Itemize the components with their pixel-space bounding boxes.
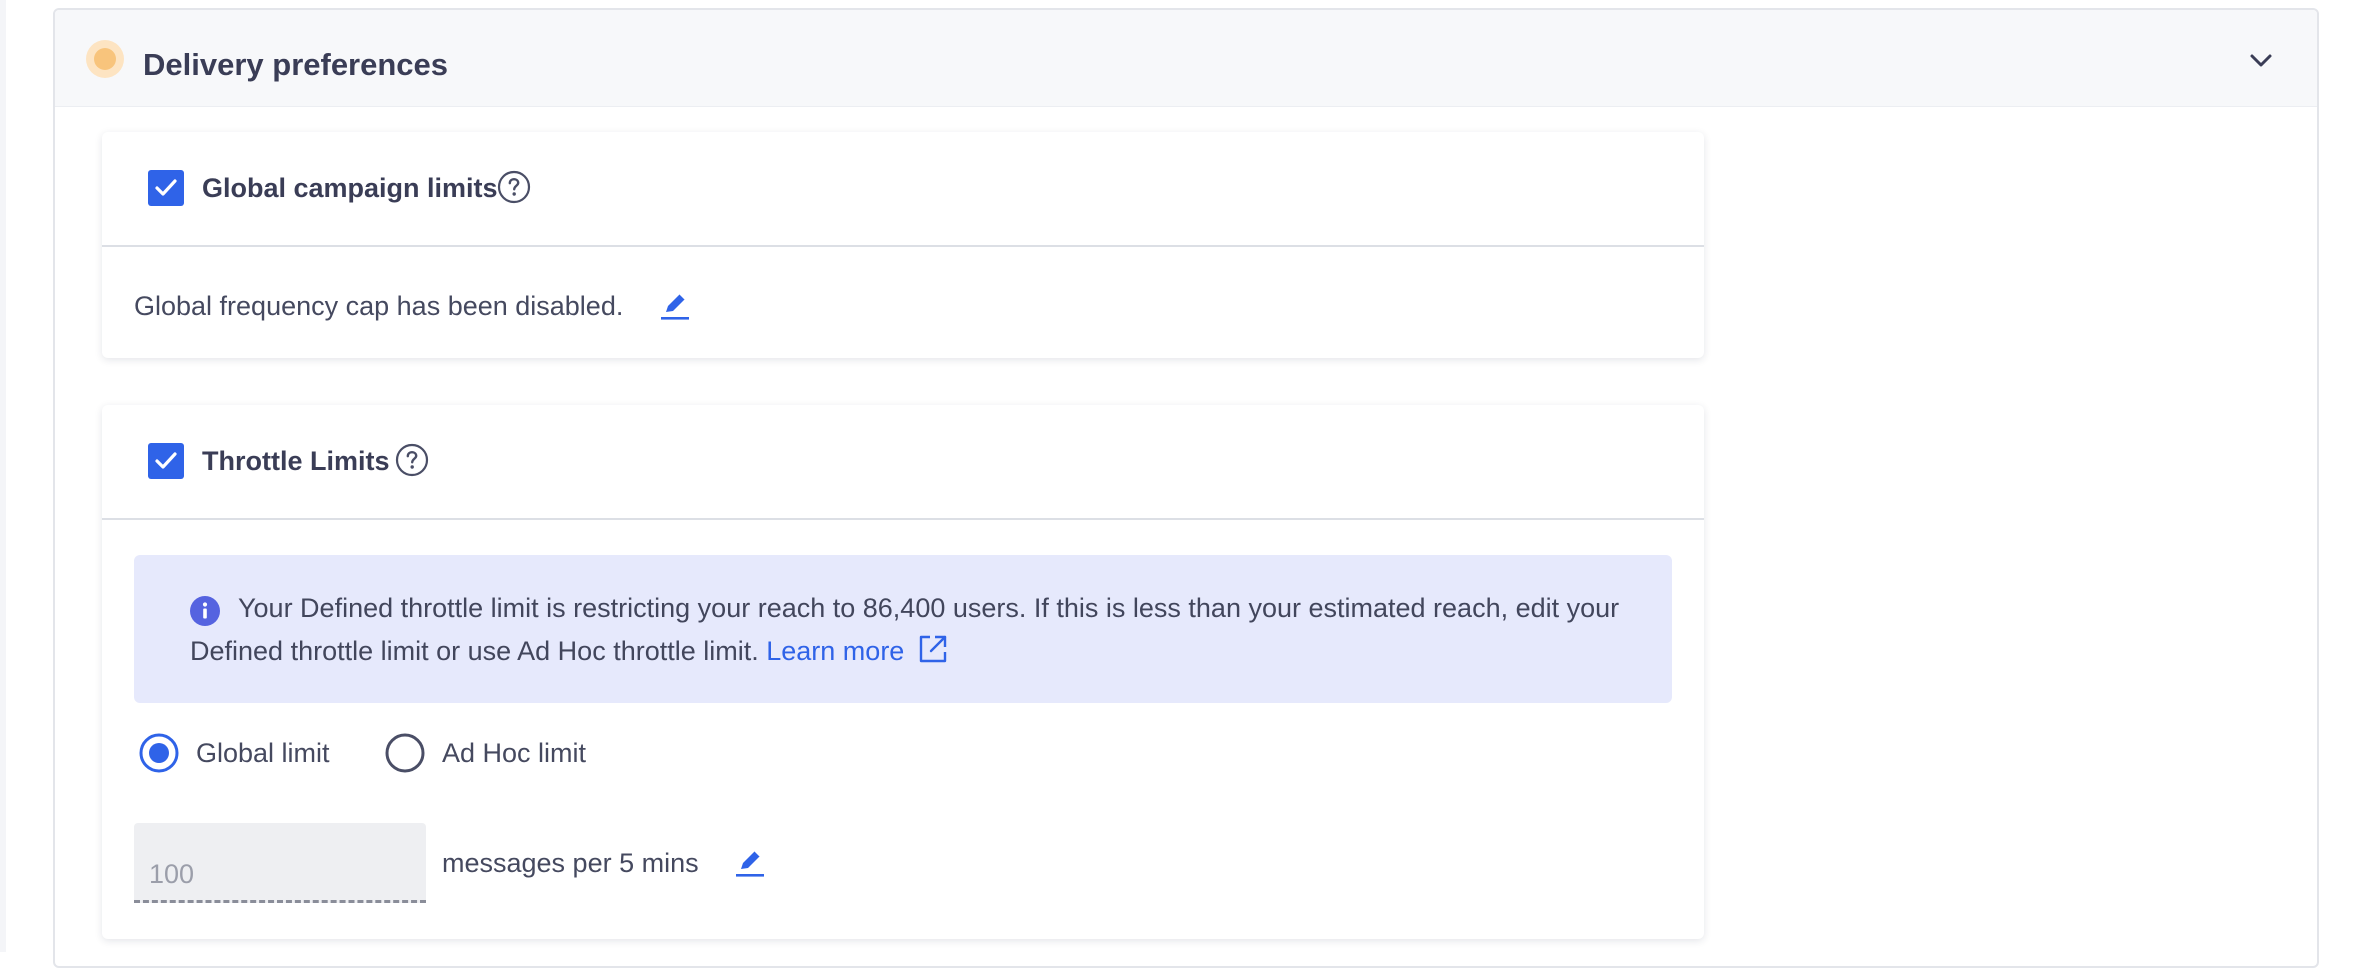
throttle-info-banner: Your Defined throttle limit is restricti… [134,555,1672,703]
global-limit-label[interactable]: Global limit [196,735,330,771]
global-campaign-limits-header: Global campaign limits [102,132,1704,247]
throttle-limits-header: Throttle Limits [102,405,1704,520]
global-limit-radio[interactable] [139,733,179,773]
page-left-edge [0,0,6,952]
delivery-preferences-header[interactable]: Delivery preferences [55,10,2317,107]
frequency-cap-message: Global frequency cap has been disabled. [134,291,624,321]
global-campaign-limits-title: Global campaign limits [202,173,498,203]
chevron-down-icon[interactable] [2247,46,2275,74]
throttle-limits-title: Throttle Limits [202,446,390,476]
global-campaign-limits-card: Global campaign limits Global frequency … [102,132,1704,358]
delivery-preferences-panel: Delivery preferences Global campaign lim… [53,8,2319,968]
throttle-limits-checkbox[interactable] [148,443,184,479]
external-link-icon [916,632,950,679]
help-circle-icon[interactable] [395,443,429,477]
section-title: Delivery preferences [143,47,449,82]
status-indicator-icon [86,40,124,78]
throttle-limit-input[interactable] [134,823,426,903]
global-campaign-limits-checkbox[interactable] [148,170,184,206]
ad-hoc-limit-radio[interactable] [385,733,425,773]
checkmark-icon [155,452,177,469]
throttle-limits-card: Throttle Limits Your Defined throttle li… [102,405,1704,939]
throttle-limit-unit: messages per 5 mins [442,848,699,878]
ad-hoc-limit-label[interactable]: Ad Hoc limit [442,735,586,771]
help-circle-icon[interactable] [497,170,531,204]
throttle-info-text: Your Defined throttle limit is restricti… [190,587,1630,679]
edit-pencil-icon[interactable] [658,288,692,322]
learn-more-link[interactable]: Learn more [766,635,950,666]
checkmark-icon [155,179,177,196]
edit-pencil-icon[interactable] [733,845,767,879]
